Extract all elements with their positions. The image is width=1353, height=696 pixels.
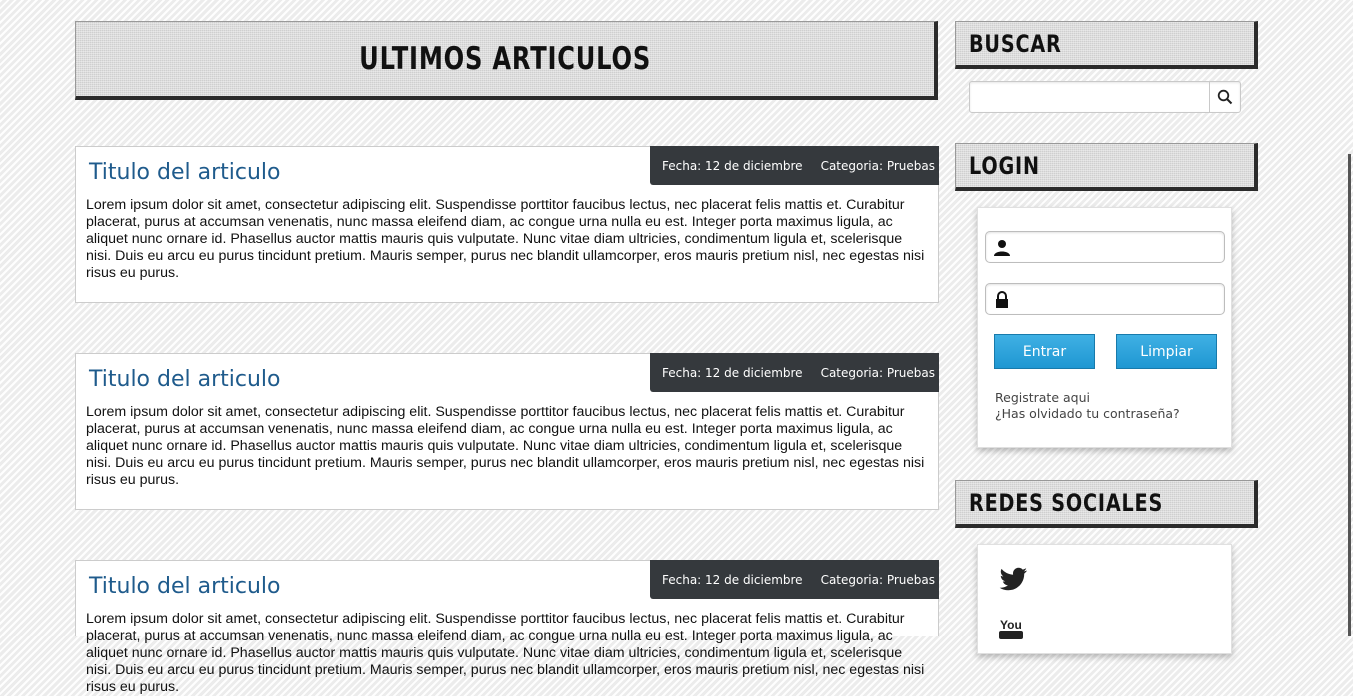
svg-text:You: You [1000,618,1022,632]
article-title[interactable]: Titulo del articulo [89,574,281,599]
article-meta: Fecha: 12 de diciembre Categoria: Prueba… [650,353,939,392]
forgot-password-link[interactable]: ¿Has olvidado tu contraseña? [995,406,1180,421]
article-category: Categoria: Pruebas [820,158,936,173]
username-input[interactable] [1016,234,1220,262]
social-section-header: REDES SOCIALES [955,480,1258,528]
page-title: ULTIMOS ARTICULOS [359,41,651,77]
username-field [985,231,1225,263]
register-link[interactable]: Registrate aqui [995,390,1090,405]
article-date: Fecha: 12 de diciembre [662,158,803,173]
search-icon [1217,89,1233,105]
article-date: Fecha: 12 de diciembre [662,365,803,380]
article-meta: Fecha: 12 de diciembre Categoria: Prueba… [650,146,939,185]
article-card: Titulo del articulo Fecha: 12 de diciemb… [75,146,939,303]
login-section-title: LOGIN [969,151,1040,180]
article-category: Categoria: Pruebas [820,365,936,380]
article-category: Categoria: Pruebas [820,572,936,587]
article-body: Lorem ipsum dolor sit amet, consectetur … [86,197,925,281]
social-section-title: REDES SOCIALES [969,488,1164,517]
search-button[interactable] [1209,82,1240,112]
search-section-header: BUSCAR [955,21,1258,69]
article-meta: Fecha: 12 de diciembre Categoria: Prueba… [650,560,939,599]
main-title-banner: ULTIMOS ARTICULOS [75,21,938,100]
lock-icon [996,291,1008,308]
article-card: Titulo del articulo Fecha: 12 de diciemb… [75,560,939,695]
user-icon [994,240,1010,256]
search-box [969,81,1241,114]
page-scrollbar[interactable] [1348,154,1351,636]
article-date: Fecha: 12 de diciembre [662,572,803,587]
search-section-title: BUSCAR [969,29,1062,58]
login-clear-button[interactable]: Limpiar [1116,334,1217,369]
article-body: Lorem ipsum dolor sit amet, consectetur … [86,404,925,488]
social-panel: You [977,544,1232,654]
article-card: Titulo del articulo Fecha: 12 de diciemb… [75,353,939,510]
login-submit-button[interactable]: Entrar [994,334,1095,369]
article-title[interactable]: Titulo del articulo [89,367,281,392]
search-input[interactable] [970,82,1212,114]
login-section-header: LOGIN [955,143,1258,191]
article-title[interactable]: Titulo del articulo [89,160,281,185]
login-panel: Entrar Limpiar Registrate aqui ¿Has olvi… [977,207,1232,448]
password-field [985,283,1225,315]
password-input[interactable] [1016,286,1220,314]
twitter-icon[interactable] [998,567,1028,591]
article-body: Lorem ipsum dolor sit amet, consectetur … [86,611,925,695]
